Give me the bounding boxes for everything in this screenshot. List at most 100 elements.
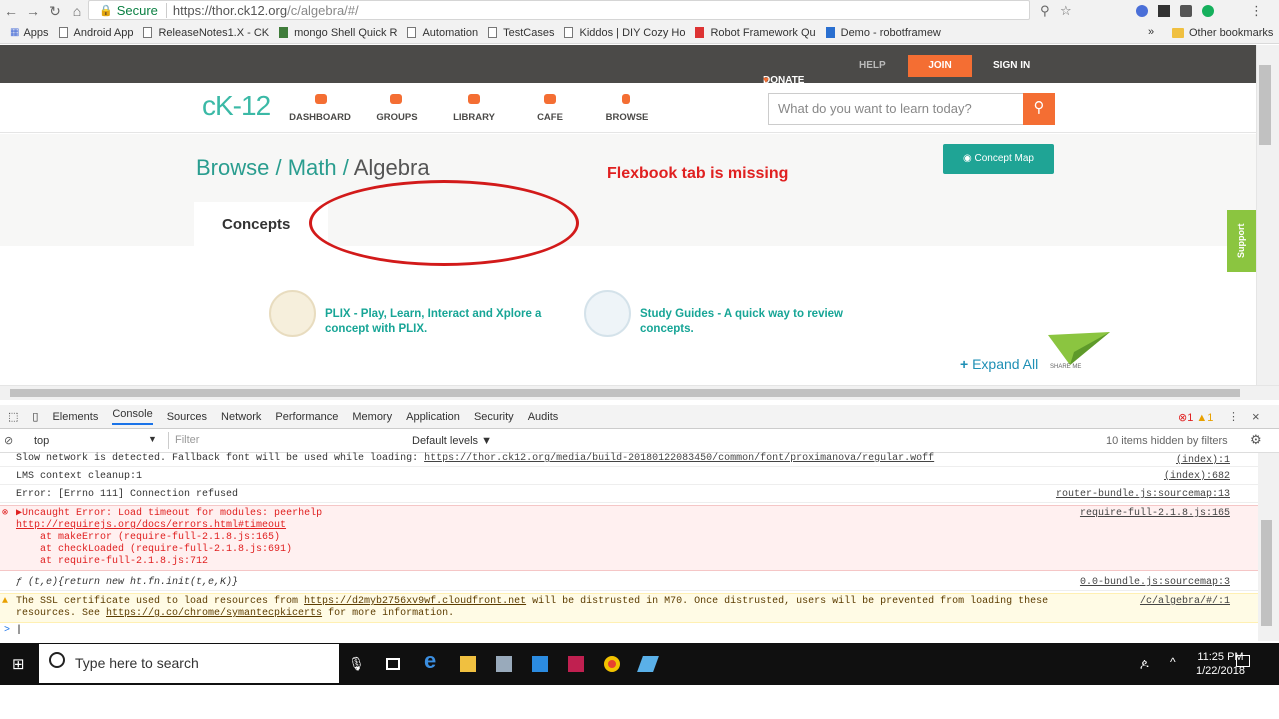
tab-application[interactable]: Application [406, 411, 460, 423]
secure-label: Secure [117, 2, 167, 18]
bookmark-item[interactable]: TestCases [488, 27, 554, 39]
tab-elements[interactable]: Elements [52, 411, 98, 423]
intellij-icon[interactable] [568, 656, 584, 672]
nav-cafe[interactable]: CAFE [515, 112, 585, 123]
log-source[interactable]: (index):682 [1164, 471, 1230, 483]
windows-start-icon[interactable]: ⊞ [12, 655, 25, 673]
menu-icon[interactable]: ⋮ [1250, 3, 1263, 19]
home-icon[interactable]: ⌂ [66, 3, 88, 19]
chrome-icon[interactable] [604, 656, 620, 672]
taskbar-search-input[interactable]: Type here to search [39, 644, 339, 683]
log-row: Error: [Errno 111] Connection refused rou… [0, 487, 1258, 503]
tab-memory[interactable]: Memory [352, 411, 392, 423]
nav-groups[interactable]: GROUPS [362, 112, 432, 123]
log-source[interactable]: require-full-2.1.8.js:165 [1080, 508, 1230, 520]
filter-input[interactable]: Filter [168, 432, 400, 449]
error-count[interactable]: ⊗1 ▲1 [1178, 411, 1213, 424]
bookmark-item[interactable]: Kiddos | DIY Cozy Ho [564, 27, 685, 39]
device-toggle-icon[interactable]: ▯ [32, 410, 38, 423]
devtools-menu-icon[interactable]: ⋮ [1228, 410, 1239, 423]
ck12-logo[interactable]: cK-12 [202, 90, 271, 122]
file-explorer-icon[interactable] [460, 656, 476, 672]
tab-audits[interactable]: Audits [528, 411, 559, 423]
inspect-icon[interactable]: ⬚ [8, 410, 18, 423]
extension-icon[interactable] [1158, 5, 1170, 17]
tab-security[interactable]: Security [474, 411, 514, 423]
log-link[interactable]: https://thor.ck12.org/media/build-201801… [424, 453, 934, 464]
grammarly-icon[interactable] [1202, 5, 1214, 17]
horizontal-scrollbar-thumb[interactable] [10, 389, 1240, 397]
log-source[interactable]: router-bundle.js:sourcemap:13 [1056, 489, 1230, 501]
page-scrollbar-thumb[interactable] [1259, 65, 1271, 145]
page-icon [407, 27, 417, 38]
annotation-ellipse [309, 180, 579, 266]
extension-icon[interactable] [1136, 5, 1148, 17]
console-prompt[interactable]: > | [0, 625, 1258, 639]
help-link[interactable]: HELP [859, 60, 886, 71]
bookmark-item[interactable]: mongo Shell Quick R [279, 27, 397, 39]
expand-all-button[interactable]: + Expand All [960, 356, 1038, 372]
chevron-up-icon[interactable]: ^ [1170, 655, 1176, 669]
log-source[interactable]: 0.0-bundle.js:sourcemap:3 [1080, 577, 1230, 589]
console-scrollbar-thumb[interactable] [1261, 520, 1272, 626]
study-guides-link[interactable]: Study Guides - A quick way to review con… [640, 307, 880, 337]
address-bar[interactable]: 🔒 Secure https://thor.ck12.org/c/algebra… [88, 0, 1030, 20]
clear-console-icon[interactable]: ⊘ [4, 434, 13, 447]
star-icon[interactable]: ☆ [1060, 3, 1072, 19]
microphone-icon[interactable]: 🎙 [348, 656, 365, 672]
bookmark-item[interactable]: ReleaseNotes1.X - CK [143, 27, 269, 39]
url-host: https://thor.ck12.org [172, 2, 288, 18]
share-me-button[interactable]: SHARE ME [1040, 330, 1112, 375]
edge-icon[interactable]: e [424, 648, 440, 673]
breadcrumb-math[interactable]: Math [288, 155, 337, 180]
join-button[interactable]: JOIN [908, 55, 972, 77]
tab-sources[interactable]: Sources [167, 411, 207, 423]
nav-browse[interactable]: BROWSE [592, 112, 662, 123]
tab-concepts[interactable]: Concepts [194, 202, 328, 246]
site-topbar: DONATE ♥ HELP JOIN SIGN IN [0, 45, 1256, 86]
tab-console[interactable]: Console [112, 408, 153, 425]
nav-library[interactable]: LIBRARY [439, 112, 509, 123]
app-icon[interactable] [496, 656, 512, 672]
log-source[interactable]: (index):1 [1176, 455, 1230, 467]
search-button[interactable]: ⚲ [1023, 93, 1055, 125]
zoom-icon[interactable]: ⚲ [1040, 3, 1050, 19]
plix-icon[interactable] [269, 290, 316, 337]
tab-performance[interactable]: Performance [275, 411, 338, 423]
extension-icon[interactable] [1180, 5, 1192, 17]
signin-link[interactable]: SIGN IN [993, 60, 1030, 71]
support-tab[interactable]: Support [1227, 210, 1256, 272]
nav-dashboard[interactable]: DASHBOARD [285, 112, 355, 123]
tab-network[interactable]: Network [221, 411, 261, 423]
bookmark-item[interactable]: Robot Framework Qu [695, 27, 816, 39]
plix-link[interactable]: PLIX - Play, Learn, Interact and Xplore … [325, 307, 575, 337]
page-icon [58, 27, 68, 38]
bookmark-item[interactable]: Automation [407, 27, 478, 39]
forward-icon[interactable]: → [22, 3, 44, 19]
log-source[interactable]: /c/algebra/#/:1 [1140, 596, 1230, 608]
context-dropdown-icon[interactable]: ▼ [148, 434, 157, 444]
hidden-items-text: 10 items hidden by filters [1106, 435, 1228, 447]
concept-map-button[interactable]: ◉ Concept Map [943, 144, 1054, 174]
app-icon[interactable] [532, 656, 548, 672]
study-guides-icon[interactable] [584, 290, 631, 337]
notifications-icon[interactable] [1236, 655, 1250, 667]
bookmark-item[interactable]: Android App [58, 27, 133, 39]
browse-icon [622, 94, 630, 104]
levels-select[interactable]: Default levels ▼ [412, 435, 492, 447]
lock-icon: 🔒 [99, 4, 113, 17]
people-icon[interactable]: ዾ [1140, 656, 1149, 671]
breadcrumb-browse[interactable]: Browse [196, 155, 269, 180]
task-view-icon[interactable] [386, 658, 400, 670]
other-bookmarks[interactable]: Other bookmarks [1172, 27, 1273, 39]
bookmarks-overflow[interactable]: » [1148, 26, 1154, 38]
cortana-icon [49, 652, 65, 668]
search-input[interactable]: What do you want to learn today? [768, 93, 1023, 125]
bookmark-item[interactable]: Demo - robotframew [825, 27, 941, 39]
close-icon[interactable]: × [1252, 409, 1260, 424]
context-select[interactable]: top [34, 435, 49, 447]
bookmark-apps[interactable]: ▦ Apps [10, 27, 49, 39]
settings-gear-icon[interactable]: ⚙ [1250, 432, 1262, 448]
reload-icon[interactable]: ↻ [44, 3, 66, 20]
back-icon[interactable]: ← [0, 3, 22, 19]
